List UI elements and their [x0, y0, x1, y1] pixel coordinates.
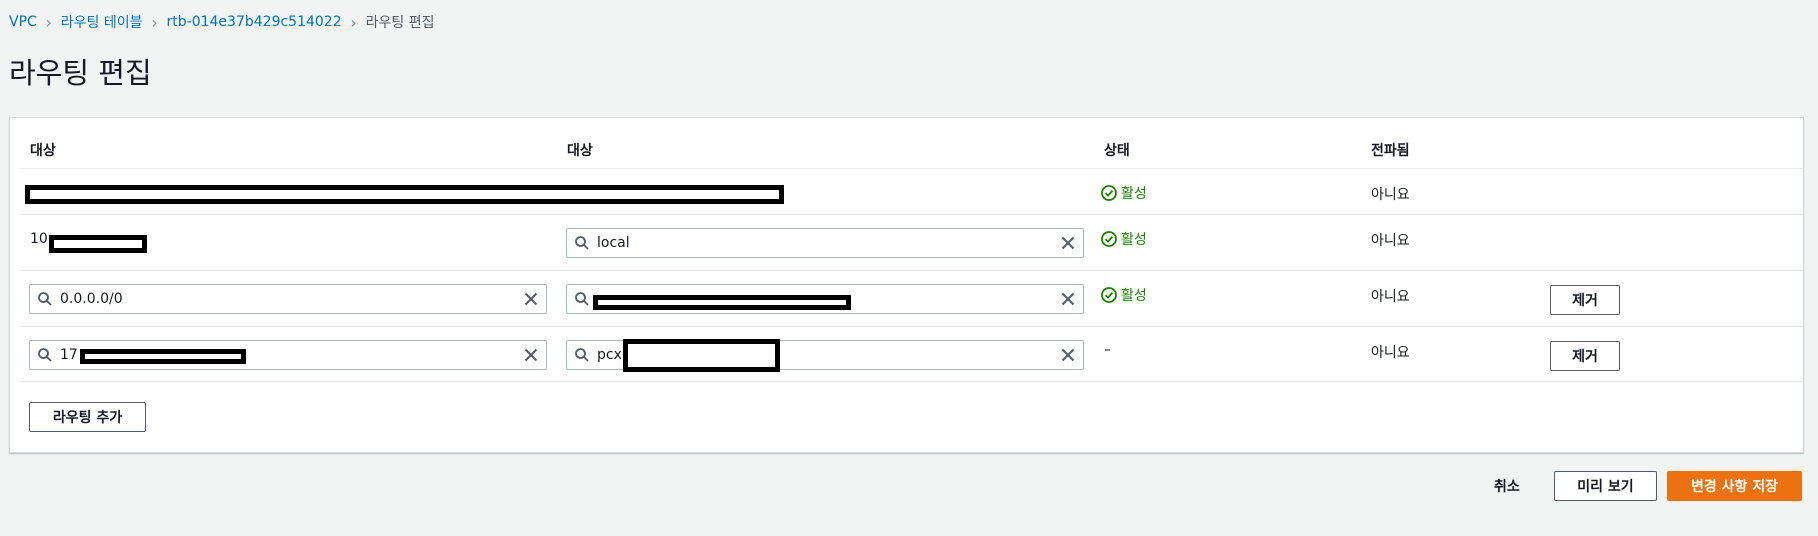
- propagated-value: 아니요: [1371, 233, 1410, 249]
- status-text: 활성: [1121, 288, 1147, 304]
- row-divider: [19, 326, 1803, 327]
- search-icon: [567, 235, 597, 251]
- propagated-value: 아니요: [1371, 187, 1410, 203]
- redacted-target: [593, 295, 851, 310]
- destination-input[interactable]: 0.0.0.0/0: [29, 284, 547, 314]
- status-badge: 활성: [1101, 229, 1147, 249]
- status-check-icon: [1101, 185, 1117, 201]
- cancel-button[interactable]: 취소: [1494, 476, 1520, 496]
- chevron-right-icon: ›: [151, 12, 158, 32]
- chevron-right-icon: ›: [350, 12, 357, 32]
- breadcrumb-vpc[interactable]: VPC: [9, 14, 37, 30]
- status-check-icon: [1101, 231, 1117, 247]
- clear-icon[interactable]: [516, 347, 546, 363]
- preview-button[interactable]: 미리 보기: [1554, 471, 1657, 501]
- remove-route-button[interactable]: 제거: [1550, 341, 1620, 371]
- breadcrumb-current: 라우팅 편집: [365, 15, 435, 31]
- add-route-button[interactable]: 라우팅 추가: [29, 402, 146, 432]
- clear-icon[interactable]: [516, 291, 546, 307]
- search-icon: [30, 347, 60, 363]
- clear-icon[interactable]: [1053, 235, 1083, 251]
- propagated-value: 아니요: [1371, 345, 1410, 361]
- status-empty: –: [1104, 342, 1111, 358]
- search-icon: [567, 347, 597, 363]
- save-changes-button[interactable]: 변경 사항 저장: [1667, 471, 1802, 501]
- destination-value[interactable]: 0.0.0.0/0: [60, 291, 516, 307]
- status-text: 활성: [1121, 186, 1147, 202]
- redacted-target: [623, 339, 780, 372]
- row-divider: [19, 270, 1803, 271]
- page-title: 라우팅 편집: [9, 56, 152, 90]
- target-input[interactable]: local: [566, 228, 1084, 258]
- column-header-status: 상태: [1104, 143, 1130, 159]
- search-icon: [30, 291, 60, 307]
- remove-route-button[interactable]: 제거: [1550, 285, 1620, 315]
- row-divider: [19, 168, 1803, 169]
- clear-icon[interactable]: [1053, 291, 1083, 307]
- routes-panel: 대상 대상 상태 전파됨 활성 아니요 10. local 활성 아니요 0.0…: [9, 117, 1804, 453]
- redacted-destination: [49, 235, 147, 253]
- breadcrumb-route-tables[interactable]: 라우팅 테이블: [61, 12, 143, 32]
- breadcrumb: VPC › 라우팅 테이블 › rtb-014e37b429c514022 › …: [9, 12, 434, 32]
- status-check-icon: [1101, 287, 1117, 303]
- column-header-propagated: 전파됨: [1371, 143, 1410, 159]
- redacted-destination: [80, 349, 246, 364]
- propagated-value: 아니요: [1371, 289, 1410, 305]
- breadcrumb-route-table-id[interactable]: rtb-014e37b429c514022: [167, 14, 342, 30]
- row-divider: [19, 214, 1803, 215]
- column-header-target: 대상: [567, 143, 593, 159]
- clear-icon[interactable]: [1053, 347, 1083, 363]
- status-badge: 활성: [1101, 285, 1147, 305]
- column-header-destination: 대상: [30, 143, 56, 159]
- redacted-destination: [25, 185, 784, 204]
- chevron-right-icon: ›: [45, 12, 52, 32]
- target-value[interactable]: local: [597, 235, 1053, 251]
- row-divider: [19, 381, 1803, 382]
- status-badge: 활성: [1101, 183, 1147, 203]
- status-text: 활성: [1121, 232, 1147, 248]
